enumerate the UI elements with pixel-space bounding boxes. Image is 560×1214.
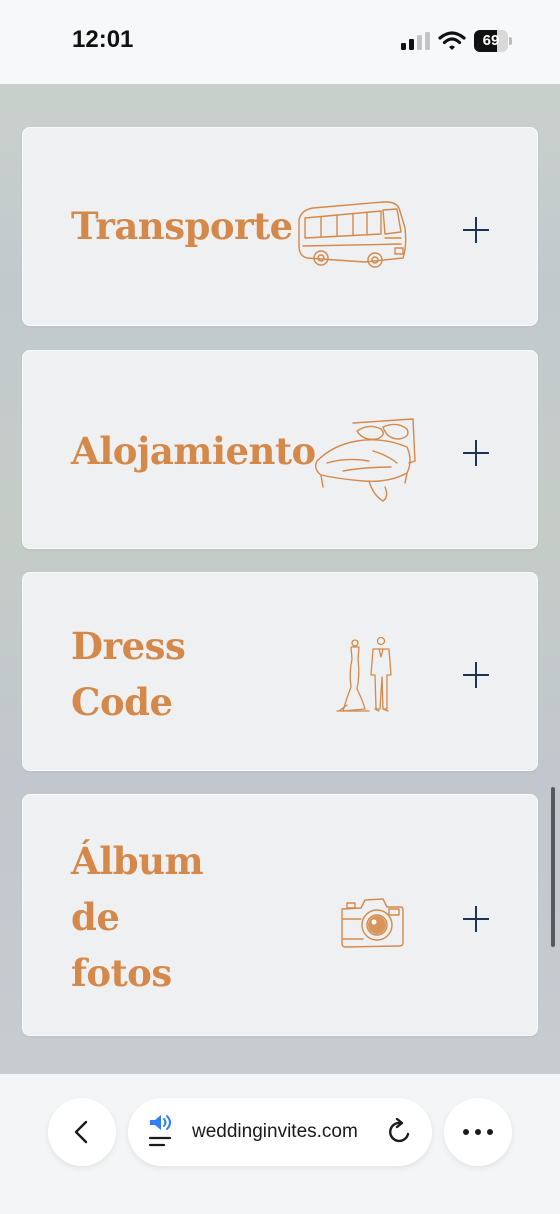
status-bar: 12:01 69 [0, 0, 560, 84]
bus-icon [298, 201, 407, 268]
card-alojamiento[interactable]: Alojamiento [22, 350, 538, 549]
address-bar[interactable]: weddinginvites.com [128, 1098, 432, 1166]
card-title: Alojamiento [71, 429, 316, 473]
speaker-icon[interactable] [148, 1114, 178, 1150]
battery-level: 69 [482, 32, 500, 49]
scrollbar[interactable] [551, 787, 555, 947]
card-dress-code[interactable]: Dress Code [22, 572, 538, 771]
browser-toolbar: weddinginvites.com [0, 1074, 560, 1214]
card-title: Álbum de fotos [71, 839, 204, 995]
expand-plus-icon[interactable] [463, 906, 489, 932]
chevron-left-icon [74, 1120, 88, 1144]
page-content: Transporte Alojamiento Dress Code Álbum … [0, 84, 560, 1074]
more-button[interactable] [444, 1098, 512, 1166]
card-title: Transporte [71, 204, 293, 248]
wifi-icon [438, 31, 466, 50]
url-text[interactable]: weddinginvites.com [192, 1098, 372, 1166]
reload-icon[interactable] [386, 1118, 414, 1146]
expand-plus-icon[interactable] [463, 217, 489, 243]
expand-plus-icon[interactable] [463, 662, 489, 688]
card-title: Dress Code [71, 624, 186, 724]
status-time: 12:01 [72, 26, 134, 53]
battery-indicator: 69 [474, 30, 514, 52]
camera-icon [341, 898, 404, 948]
signal-icon [401, 32, 430, 50]
bride-groom-icon [336, 636, 392, 712]
back-button[interactable] [48, 1098, 116, 1166]
more-icon [463, 1129, 493, 1135]
bed-icon [314, 418, 416, 502]
card-album-de-fotos[interactable]: Álbum de fotos [22, 794, 538, 1036]
card-transporte[interactable]: Transporte [22, 127, 538, 326]
expand-plus-icon[interactable] [463, 440, 489, 466]
